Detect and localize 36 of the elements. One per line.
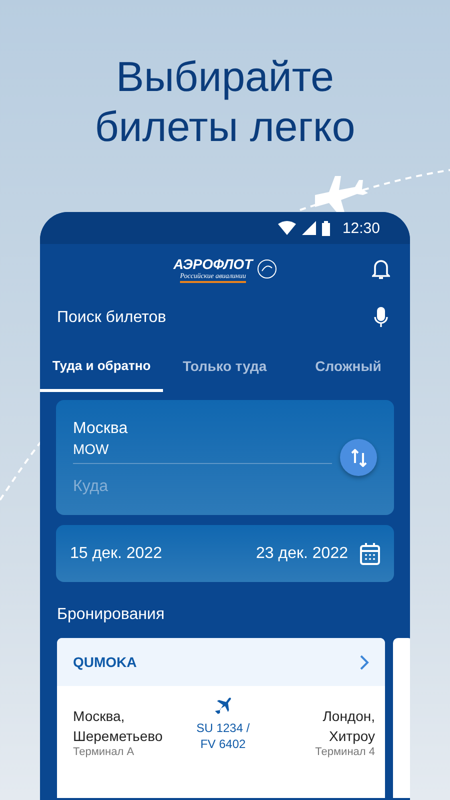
wifi-icon <box>278 221 296 235</box>
origin-field[interactable]: Москва MOW <box>73 420 332 464</box>
destination-city: Лондон, <box>322 707 375 726</box>
battery-icon <box>322 220 330 236</box>
chevron-right-icon <box>360 654 369 670</box>
origin-code: MOW <box>73 440 110 456</box>
status-time: 12:30 <box>342 220 380 236</box>
logo-name: АЭРОФЛОТ <box>173 256 253 272</box>
swap-arrows-icon <box>350 448 366 466</box>
destination-terminal: Терминал 4 <box>315 746 375 758</box>
bookings-title: Бронирования <box>57 606 166 624</box>
signal-icon <box>302 221 316 235</box>
destination-airport: Хитроу <box>329 727 375 746</box>
swap-button[interactable] <box>340 439 377 476</box>
booking-card[interactable]: QUMOKA Москва, Шереметьево Терминал А SU 1234 / FV 6402 Лондон, Хитроу Терминал 4 <box>57 638 385 798</box>
return-date: 23 дек. 2022 <box>256 544 348 562</box>
destination-field[interactable]: Куда <box>73 478 332 496</box>
origin-terminal: Терминал А <box>73 746 136 758</box>
flight-number: SU 1234 / FV 6402 <box>195 720 251 752</box>
trip-type-tab[interactable]: Туда и обратно <box>40 342 163 392</box>
origin-city: Москва <box>73 420 129 438</box>
trip-type-tab[interactable]: Только туда <box>163 342 286 392</box>
trip-type-tab[interactable]: Сложный <box>286 342 410 392</box>
origin-city: Москва, <box>73 707 126 726</box>
search-title: Поиск билетов <box>57 309 166 327</box>
airplane-icon <box>213 696 233 716</box>
calendar-icon <box>360 542 380 564</box>
headline: Выбирайте билеты легко <box>94 52 356 152</box>
origin-airport: Шереметьево <box>73 727 164 746</box>
departure-date: 15 дек. 2022 <box>70 544 162 562</box>
notification-bell-icon[interactable] <box>372 258 390 280</box>
booking-code: QUMOKA <box>73 654 137 670</box>
dates-field[interactable]: 15 дек. 2022 23 дек. 2022 <box>56 525 394 582</box>
emblem-icon <box>256 259 277 279</box>
microphone-icon[interactable] <box>374 307 388 329</box>
booking-header[interactable]: QUMOKA <box>57 638 385 686</box>
